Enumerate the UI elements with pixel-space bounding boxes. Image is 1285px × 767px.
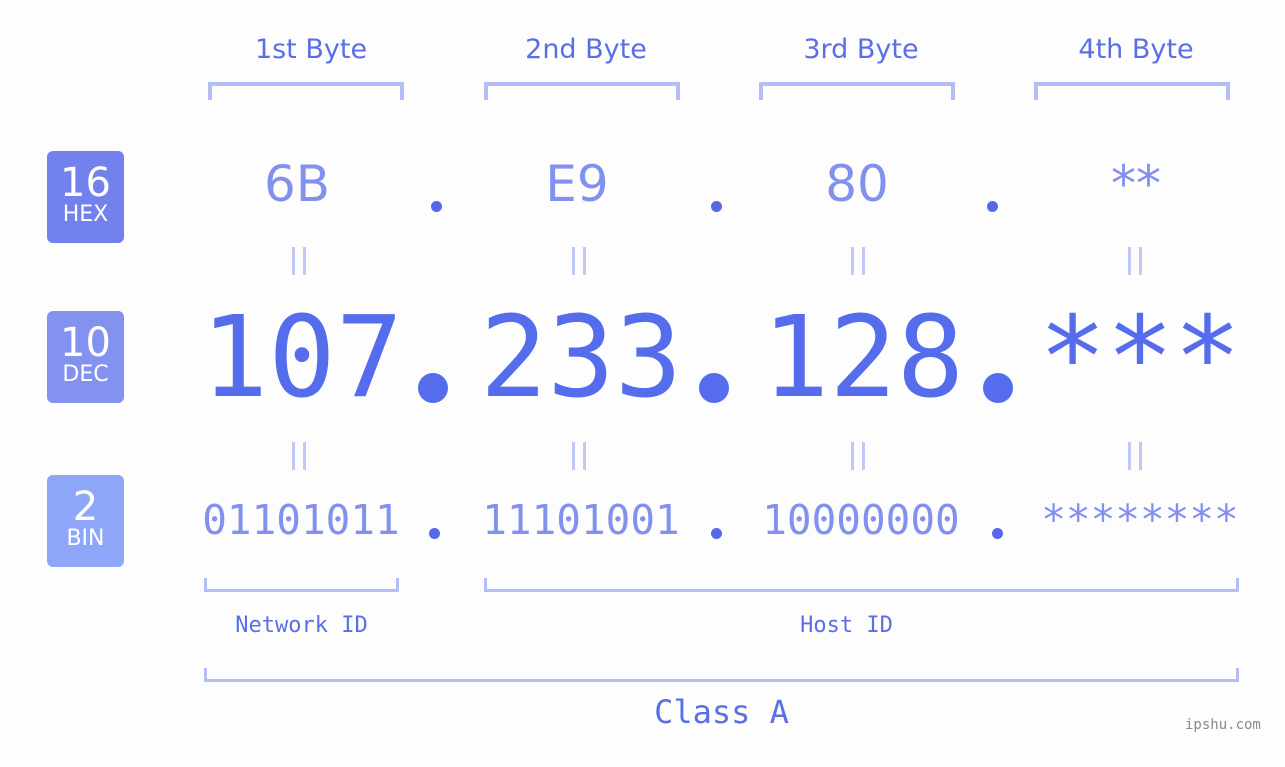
bin-badge-number: 2 bbox=[72, 484, 99, 530]
dec-separator-3 bbox=[983, 373, 1013, 403]
network-id-bracket bbox=[204, 578, 399, 592]
byte-bracket-1 bbox=[208, 82, 404, 100]
equals-icon bbox=[851, 247, 869, 275]
dec-value-4: *** bbox=[1038, 293, 1242, 423]
network-id-label: Network ID bbox=[235, 613, 368, 638]
hex-separator-1 bbox=[431, 201, 442, 212]
equals-icon bbox=[292, 247, 310, 275]
class-bracket bbox=[204, 668, 1239, 682]
bin-separator-3 bbox=[992, 528, 1003, 539]
byte-bracket-4 bbox=[1034, 82, 1230, 100]
hex-value-3: 80 bbox=[825, 155, 889, 213]
bin-separator-2 bbox=[711, 528, 722, 539]
dec-badge: 10 DEC bbox=[47, 311, 124, 403]
bin-value-3: 10000000 bbox=[762, 496, 960, 544]
hex-badge-label: HEX bbox=[62, 202, 109, 227]
hex-separator-3 bbox=[987, 201, 998, 212]
bin-value-4: ******** bbox=[1041, 496, 1239, 544]
dec-value-3: 128 bbox=[761, 293, 965, 423]
bin-badge: 2 BIN bbox=[47, 475, 124, 567]
byte-label-2: 2nd Byte bbox=[525, 34, 647, 65]
equals-icon bbox=[851, 442, 869, 470]
bin-value-1: 01101011 bbox=[202, 496, 400, 544]
dec-badge-number: 10 bbox=[60, 320, 111, 366]
hex-badge-number: 16 bbox=[60, 160, 111, 206]
equals-icon bbox=[572, 442, 590, 470]
dec-badge-label: DEC bbox=[62, 362, 109, 387]
byte-label-3: 3rd Byte bbox=[803, 34, 919, 65]
hex-value-4: ** bbox=[1111, 155, 1161, 213]
hex-separator-2 bbox=[711, 201, 722, 212]
dec-separator-2 bbox=[699, 373, 729, 403]
hex-value-1: 6B bbox=[263, 155, 331, 213]
dec-separator-1 bbox=[418, 373, 448, 403]
equals-icon bbox=[572, 247, 590, 275]
bin-badge-label: BIN bbox=[66, 526, 105, 551]
byte-bracket-3 bbox=[759, 82, 955, 100]
bin-separator-1 bbox=[429, 528, 440, 539]
byte-label-1: 1st Byte bbox=[254, 34, 368, 65]
host-id-label: Host ID bbox=[800, 613, 893, 638]
bin-value-2: 11101001 bbox=[482, 496, 680, 544]
byte-label-4: 4th Byte bbox=[1078, 34, 1194, 65]
hex-badge: 16 HEX bbox=[47, 151, 124, 243]
equals-icon bbox=[292, 442, 310, 470]
host-id-bracket bbox=[484, 578, 1239, 592]
equals-icon bbox=[1128, 442, 1146, 470]
watermark: ipshu.com bbox=[1185, 717, 1261, 733]
dec-value-1: 107 bbox=[200, 293, 404, 423]
dec-value-2: 233 bbox=[479, 293, 683, 423]
hex-value-2: E9 bbox=[545, 155, 609, 213]
equals-icon bbox=[1128, 247, 1146, 275]
byte-bracket-2 bbox=[484, 82, 680, 100]
class-label: Class A bbox=[654, 693, 789, 731]
